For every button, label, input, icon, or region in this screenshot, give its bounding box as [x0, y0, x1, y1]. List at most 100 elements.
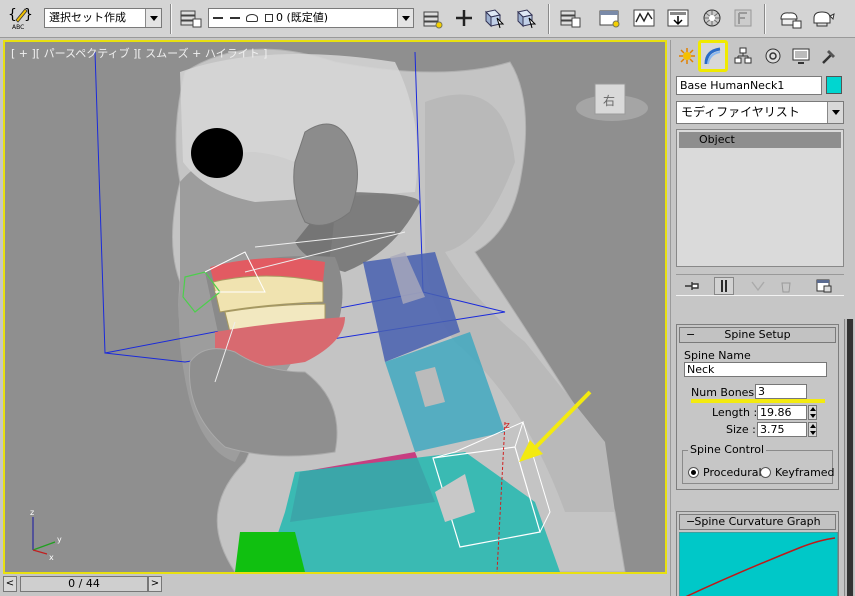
chevron-down-icon	[145, 9, 161, 27]
chevron-down-icon	[827, 102, 843, 123]
spine-name-input[interactable]: Neck	[684, 362, 827, 377]
length-input[interactable]: 19.86	[757, 405, 807, 420]
object-color-swatch[interactable]	[826, 76, 842, 94]
time-slider: < 0 / 44 >	[3, 576, 667, 596]
sun-icon	[679, 48, 695, 64]
spine-setup-title: Spine Setup	[724, 328, 791, 341]
hierarchy-tab[interactable]	[730, 43, 756, 69]
add-to-layer-icon[interactable]	[450, 5, 478, 31]
configure-modifier-sets-icon[interactable]	[814, 277, 834, 295]
size-label: Size :	[726, 423, 756, 436]
show-end-result-icon[interactable]	[714, 277, 734, 295]
eye-socket	[191, 128, 243, 178]
hierarchy-icon	[734, 47, 752, 64]
viewcube-label: 右	[603, 93, 615, 108]
app-window: {} ABC 選択セット作成 0 (既定値) [+][パースペクティブ]…	[0, 0, 855, 596]
toolbar-separator	[764, 4, 766, 34]
axis-y-line	[32, 541, 56, 551]
layer-manager-icon[interactable]	[176, 5, 204, 31]
chevron-down-icon	[397, 9, 413, 27]
procedural-radio[interactable]	[688, 467, 699, 478]
named-selection-icon[interactable]: {} ABC	[6, 5, 34, 31]
axis-y-label: y	[57, 535, 62, 544]
selection-set-dropdown[interactable]: 選択セット作成	[44, 8, 162, 28]
dash-icon	[213, 17, 223, 19]
spine-setup-rollout: − Spine Setup Spine Name Neck Num Bones …	[676, 324, 839, 490]
render-setup-icon[interactable]	[730, 5, 758, 31]
stack-toolbar	[676, 274, 844, 296]
keyframed-radio[interactable]	[760, 467, 771, 478]
curvature-graph[interactable]	[679, 532, 838, 596]
schematic-view-icon[interactable]	[664, 5, 692, 31]
axis-x-line	[32, 549, 48, 555]
scene-canvas[interactable]: z 右 z y x	[5, 42, 665, 572]
create-layer-icon[interactable]	[418, 5, 446, 31]
set-current-layer-icon[interactable]	[512, 5, 540, 31]
modifier-list-label: モディファイヤリスト	[681, 105, 800, 119]
prev-frame-button[interactable]: <	[3, 576, 17, 592]
remove-modifier-icon[interactable]	[776, 277, 796, 295]
curve-editor-icon[interactable]	[630, 5, 658, 31]
spine-control-label: Spine Control	[688, 443, 767, 456]
panel-scrollbar[interactable]	[844, 319, 854, 596]
dash-icon	[229, 17, 240, 19]
render-production-icon[interactable]	[808, 5, 836, 31]
command-panel: Base HumanNeck1 モディファイヤリスト Object − Spin…	[670, 40, 855, 596]
make-unique-icon[interactable]	[748, 277, 768, 295]
object-name-field[interactable]: Base HumanNeck1	[676, 76, 822, 95]
shoulder-green	[235, 532, 305, 572]
curvature-graph-rollout: − Spine Curvature Graph	[676, 511, 839, 596]
selection-set-value: 選択セット作成	[49, 11, 126, 24]
size-spinner[interactable]	[808, 422, 817, 437]
toggle-ribbon-icon[interactable]	[596, 5, 624, 31]
modify-tab[interactable]	[698, 40, 728, 72]
panel-tabs	[674, 40, 854, 72]
num-bones-highlight	[691, 399, 825, 403]
perspective-viewport[interactable]: [ + ][ パースペクティブ ][ スムーズ + ハイライト ] z 右 z …	[3, 40, 667, 574]
rendered-frame-window-icon[interactable]	[776, 5, 804, 31]
monitor-icon	[792, 48, 810, 64]
modifier-stack[interactable]: Object	[676, 129, 844, 267]
material-editor-icon[interactable]	[698, 5, 726, 31]
svg-text:{: {	[8, 7, 17, 23]
collapse-icon: −	[686, 328, 696, 341]
utilities-tab[interactable]	[816, 43, 842, 69]
scene-explorer-icon[interactable]	[556, 5, 584, 31]
layer-value: 0 (既定値)	[276, 11, 329, 24]
collapse-icon: −	[686, 515, 696, 528]
hammer-icon	[822, 50, 835, 64]
viewport-label[interactable]: [ + ][ パースペクティブ ][ スムーズ + ハイライト ]	[11, 45, 267, 61]
next-frame-button[interactable]: >	[148, 576, 162, 592]
spine-setup-header[interactable]: − Spine Setup	[679, 327, 836, 343]
num-bones-input[interactable]: 3	[755, 384, 807, 399]
length-label: Length :	[712, 406, 758, 419]
modifier-list-dropdown[interactable]: モディファイヤリスト	[676, 101, 844, 124]
procedural-label: Procedural	[703, 466, 762, 479]
teapot-icon	[246, 14, 258, 22]
length-spinner[interactable]	[808, 405, 817, 420]
toolbar-separator	[170, 4, 172, 34]
main-toolbar: {} ABC 選択セット作成 0 (既定値)	[0, 0, 855, 38]
create-tab[interactable]	[674, 43, 700, 69]
stack-item-object[interactable]: Object	[679, 132, 841, 148]
scroll-thumb[interactable]	[847, 319, 853, 596]
motion-icon	[765, 48, 781, 64]
spine-name-label: Spine Name	[684, 349, 751, 362]
toolbar-separator	[548, 4, 550, 34]
local-z-label: z	[505, 421, 510, 431]
axis-x-label: x	[49, 553, 54, 562]
frame-slider[interactable]: 0 / 44	[20, 576, 148, 592]
num-bones-label: Num Bones :	[691, 386, 762, 399]
layer-dropdown[interactable]: 0 (既定値)	[208, 8, 414, 28]
motion-tab[interactable]	[760, 43, 786, 69]
select-objects-in-layer-icon[interactable]	[480, 5, 508, 31]
keyframed-label: Keyframed	[775, 466, 835, 479]
curvature-graph-title: Spine Curvature Graph	[694, 515, 821, 528]
ear-mesh	[293, 123, 358, 226]
size-input[interactable]: 3.75	[757, 422, 807, 437]
curvature-graph-header[interactable]: − Spine Curvature Graph	[679, 514, 836, 530]
pin-stack-icon[interactable]	[682, 277, 702, 295]
display-tab[interactable]	[788, 43, 814, 69]
axis-z-label: z	[30, 508, 34, 517]
box-icon	[264, 14, 273, 22]
